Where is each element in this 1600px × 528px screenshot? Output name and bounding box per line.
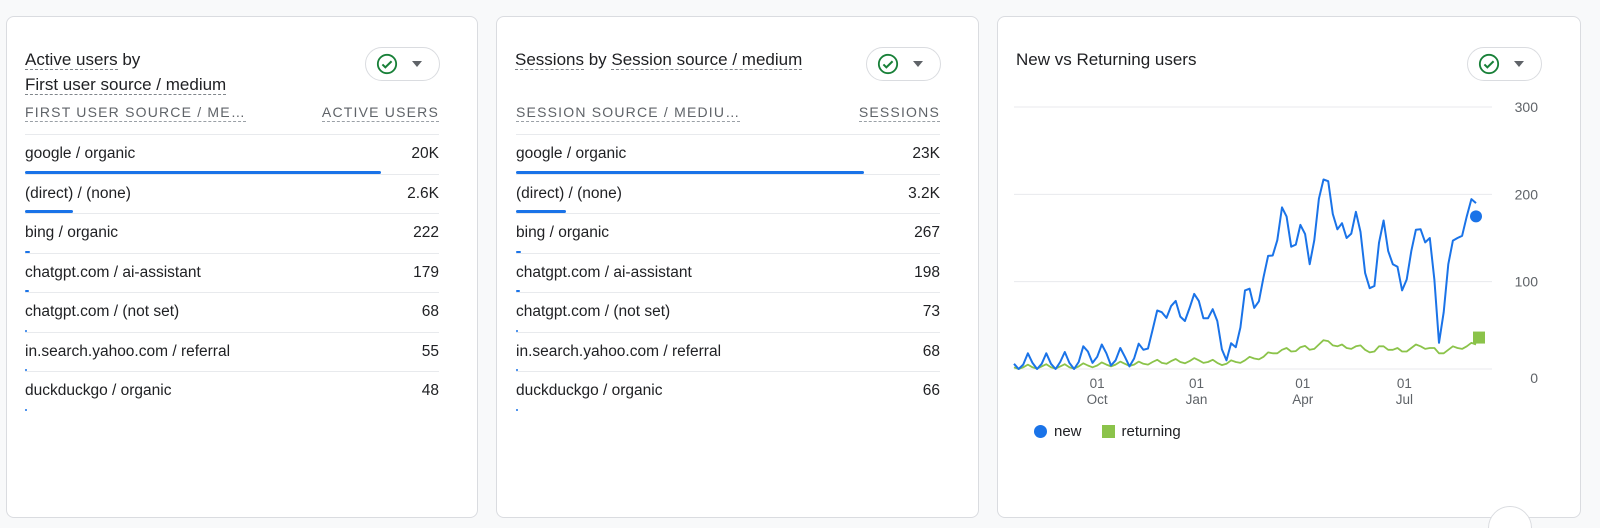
table-row[interactable]: chatgpt.com / (not set) 68 <box>25 292 439 332</box>
compare-menu-button[interactable] <box>365 47 440 81</box>
table-row[interactable]: google / organic 23K <box>516 134 940 174</box>
table-header: SESSION SOURCE / MEDIU… SESSIONS <box>516 104 940 136</box>
row-value: 73 <box>922 303 940 320</box>
table-header: FIRST USER SOURCE / ME… ACTIVE USERS <box>25 104 439 136</box>
row-value: 20K <box>411 145 439 162</box>
table-row[interactable]: duckduckgo / organic 66 <box>516 371 940 411</box>
x-tick-label: 01 <box>1397 376 1412 391</box>
legend-returning-marker <box>1101 425 1115 438</box>
row-value: 222 <box>413 224 439 241</box>
table-row[interactable]: in.search.yahoo.com / referral 68 <box>516 331 940 371</box>
dimension-title[interactable]: Session source / medium <box>611 50 803 70</box>
check-circle-icon <box>877 53 899 75</box>
compare-menu-button[interactable] <box>866 47 941 81</box>
y-tick-label: 100 <box>1515 274 1539 290</box>
column-header-dimension[interactable]: FIRST USER SOURCE / ME… <box>25 104 247 122</box>
series-returning-line[interactable] <box>1013 339 1477 370</box>
y-tick-label: 200 <box>1515 186 1539 202</box>
row-value: 2.6K <box>407 184 439 202</box>
row-label: bing / organic <box>25 224 119 241</box>
line-chart[interactable]: 300200100001Oct01Jan01Apr01Jul <box>998 17 1582 437</box>
row-value: 66 <box>922 382 940 399</box>
row-label: duckduckgo / organic <box>516 382 663 399</box>
row-value: 3.2K <box>908 184 940 202</box>
row-label: (direct) / (none) <box>516 184 622 202</box>
chart-legend: new returning <box>1034 423 1181 440</box>
x-tick-label: Jan <box>1186 392 1208 407</box>
row-label: in.search.yahoo.com / referral <box>25 342 231 360</box>
table-row[interactable]: chatgpt.com / ai-assistant 179 <box>25 252 439 292</box>
caret-down-icon <box>412 61 422 67</box>
x-tick-label: 01 <box>1189 376 1204 391</box>
new-vs-returning-card: New vs Returning users 300 200 100 0 01 Oct 01… <box>997 16 1581 518</box>
table-row[interactable]: google / organic 20K <box>25 134 439 174</box>
row-label: google / organic <box>516 145 627 162</box>
row-share-bar <box>516 408 518 411</box>
row-value: 267 <box>914 224 940 241</box>
series-new-line[interactable] <box>1013 178 1477 370</box>
table-row[interactable]: bing / organic 267 <box>516 213 940 253</box>
column-header-metric[interactable]: ACTIVE USERS <box>321 104 439 122</box>
title-by: by <box>117 50 141 69</box>
card-title: Active users by First user source / medi… <box>25 47 325 97</box>
table-row[interactable]: bing / organic 222 <box>25 213 439 253</box>
active-users-card: Active users by First user source / medi… <box>6 16 478 518</box>
table-row[interactable]: duckduckgo / organic 48 <box>25 371 439 411</box>
check-circle-icon <box>376 53 398 75</box>
column-header-metric[interactable]: SESSIONS <box>858 104 940 122</box>
row-label: duckduckgo / organic <box>25 382 172 399</box>
data-table: google / organic 20K (direct) / (none) 2.6K… <box>25 134 439 411</box>
x-tick-label: 01 <box>1090 376 1105 391</box>
column-header-dimension[interactable]: SESSION SOURCE / MEDIU… <box>516 104 741 122</box>
row-label: google / organic <box>25 145 136 162</box>
row-label: bing / organic <box>516 224 610 241</box>
table-row[interactable]: chatgpt.com / ai-assistant 198 <box>516 252 940 292</box>
x-tick-label: Apr <box>1292 392 1314 407</box>
x-tick-label: Jul <box>1396 392 1413 407</box>
legend-new-label[interactable]: new <box>1054 423 1082 440</box>
row-value: 55 <box>421 342 439 360</box>
row-label: chatgpt.com / ai-assistant <box>25 263 201 281</box>
legend-returning-label[interactable]: returning <box>1122 423 1181 440</box>
title-by: by <box>583 50 612 69</box>
metric-title[interactable]: Sessions <box>515 50 584 70</box>
row-label: (direct) / (none) <box>25 184 131 202</box>
metric-title[interactable]: Active users <box>25 50 118 70</box>
table-row[interactable]: (direct) / (none) 3.2K <box>516 173 940 213</box>
row-value: 68 <box>922 342 940 360</box>
row-label: in.search.yahoo.com / referral <box>516 342 722 360</box>
table-row[interactable]: (direct) / (none) 2.6K <box>25 173 439 213</box>
caret-down-icon <box>913 61 923 67</box>
sessions-card: Sessions by Session source / medium SESS… <box>496 16 979 518</box>
y-tick-label: 0 <box>1530 370 1538 386</box>
data-table: google / organic 23K (direct) / (none) 3.2K… <box>516 134 940 411</box>
y-tick-label: 300 <box>1515 99 1539 115</box>
row-label: chatgpt.com / (not set) <box>25 303 180 320</box>
table-row[interactable]: chatgpt.com / (not set) 73 <box>516 292 940 332</box>
x-tick-label: 01 <box>1295 376 1310 391</box>
row-label: chatgpt.com / (not set) <box>516 303 671 320</box>
table-row[interactable]: in.search.yahoo.com / referral 55 <box>25 331 439 371</box>
row-value: 23K <box>912 145 940 162</box>
series-new-end-marker[interactable] <box>1470 210 1482 223</box>
row-value: 198 <box>914 263 940 281</box>
row-value: 179 <box>413 263 439 281</box>
row-label: chatgpt.com / ai-assistant <box>516 263 692 281</box>
series-returning-end-marker[interactable] <box>1473 331 1485 344</box>
row-value: 68 <box>421 303 439 320</box>
legend-new-marker <box>1034 425 1047 438</box>
card-title: Sessions by Session source / medium <box>515 47 855 72</box>
x-tick-label: Oct <box>1087 392 1108 407</box>
dimension-title[interactable]: First user source / medium <box>25 75 227 95</box>
row-share-bar <box>25 408 27 411</box>
row-value: 48 <box>421 382 439 399</box>
